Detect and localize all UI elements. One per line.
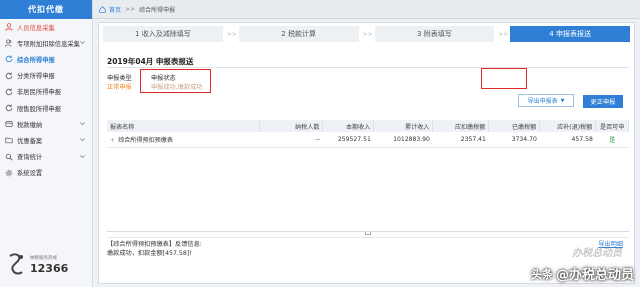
watermark-prefix: 头条	[530, 267, 553, 281]
users-icon	[5, 39, 13, 47]
sidebar-item-restricted-stock[interactable]: 限售股所得申报	[0, 100, 92, 116]
table-row[interactable]: + 综合所得预扣预缴表 -- 259527.51 1012883.90 2357.…	[107, 132, 629, 148]
page-title: 2019年04月 申报表报送	[107, 57, 194, 66]
sidebar-item-label: 系统设置	[17, 170, 43, 178]
step-separator: >>	[362, 30, 373, 38]
tax-logo-icon	[9, 253, 23, 275]
chevron-down-icon	[80, 41, 85, 45]
breadcrumb-home[interactable]: 首页	[109, 5, 121, 14]
col-header: 本期收入	[322, 120, 375, 132]
sidebar-item-label: 查询统计	[17, 154, 43, 162]
refund-cell: 457.58	[539, 132, 596, 148]
col-header: 纳税人数	[259, 120, 324, 132]
breadcrumb: 首页 >> 综合所得申报	[93, 0, 640, 19]
divider	[107, 67, 629, 68]
chevron-down-icon	[80, 122, 85, 126]
export-report-label: 导出申报表	[527, 98, 558, 105]
sidebar-item-comprehensive-income[interactable]: 综合所得申报	[0, 51, 92, 67]
sidebar-item-label: 税款缴纳	[17, 121, 43, 129]
declaration-type: 申报类型 正常申报	[107, 74, 132, 92]
step-2[interactable]: 2 税款计算	[238, 26, 359, 42]
highlight-box-status	[140, 69, 211, 93]
export-report-button[interactable]: 导出申报表 ▼	[518, 94, 574, 107]
refresh-icon	[5, 72, 13, 80]
sidebar: 代扣代缴 人员信息采集 专项附加扣除信息采集 综合所得申报 分类所得申报 非居民…	[0, 0, 93, 287]
hotline-number: 12366	[30, 262, 69, 275]
correct-declaration-button[interactable]: 更正申报	[583, 95, 623, 108]
feedback-message: 缴款成功，扣款金额[457.58]!	[107, 250, 192, 257]
declaration-type-label: 申报类型	[107, 75, 132, 82]
can-declare-cell: 是	[595, 132, 629, 148]
col-header: 应补(退)税额	[539, 120, 597, 132]
sidebar-item-label: 综合所得申报	[17, 56, 55, 64]
sidebar-item-label: 专项附加扣除信息采集	[17, 40, 80, 48]
hotline-label: 纳税服务热线	[30, 256, 57, 261]
sidebar-item-label: 限售股所得申报	[17, 105, 62, 113]
step-separator: >>	[498, 30, 509, 38]
sidebar-item-label: 非居民所得申报	[17, 89, 62, 97]
step-separator: >>	[226, 30, 237, 38]
search-icon	[5, 153, 13, 161]
tax-paid-cell: 3734.70	[488, 132, 540, 148]
col-header: 已缴税额	[488, 120, 541, 132]
sidebar-item-preferential-filing[interactable]: 优惠备案	[0, 132, 92, 148]
home-icon	[99, 5, 106, 13]
user-icon	[5, 23, 13, 31]
app-brand: 代扣代缴	[0, 0, 92, 19]
sidebar-item-system-settings[interactable]: 系统设置	[0, 165, 92, 181]
table-header-row: 报表名称 纳税人数 本期收入 累计收入 应扣缴税额 已缴税额 应补(退)税额 是…	[107, 120, 629, 132]
watermark: 头条 @办税总动员	[530, 264, 634, 284]
col-header: 应扣缴税额	[432, 120, 490, 132]
sidebar-item-label: 优惠备案	[17, 137, 43, 145]
coin-icon	[5, 120, 13, 128]
col-header: 累计收入	[373, 120, 434, 132]
main-panel: 1 收入及减除填写 >> 2 税款计算 >> 3 附表填写 >> 4 申报表报送…	[98, 22, 635, 284]
folder-icon	[5, 136, 13, 144]
income-cell: 259527.51	[322, 132, 374, 148]
sidebar-item-personnel[interactable]: 人员信息采集	[0, 19, 92, 35]
hotline-panel: 纳税服务热线 12366	[6, 250, 88, 280]
step-3[interactable]: 3 附表填写	[374, 26, 495, 42]
sidebar-item-special-deduction[interactable]: 专项附加扣除信息采集	[0, 35, 92, 51]
sidebar-item-query-statistics[interactable]: 查询统计	[0, 149, 92, 165]
sidebar-item-label: 人员信息采集	[17, 24, 55, 32]
sidebar-item-tax-payment[interactable]: 税款缴纳	[0, 116, 92, 132]
report-name-cell: + 综合所得预扣预缴表	[107, 132, 260, 148]
refresh-icon	[5, 55, 13, 63]
highlight-box-correct	[481, 68, 527, 89]
chevron-down-icon	[80, 154, 85, 158]
refresh-icon	[5, 104, 13, 112]
cumulative-income-cell: 1012883.90	[373, 132, 433, 148]
breadcrumb-current: 综合所得申报	[139, 6, 176, 14]
chevron-down-icon: ▼	[560, 97, 565, 104]
sidebar-nav: 人员信息采集 专项附加扣除信息采集 综合所得申报 分类所得申报 非居民所得申报 …	[0, 19, 92, 181]
taxpayer-count-cell: --	[259, 132, 323, 148]
tax-due-cell: 2357.41	[432, 132, 489, 148]
report-table: 报表名称 纳税人数 本期收入 累计收入 应扣缴税额 已缴税额 应补(退)税额 是…	[107, 120, 629, 148]
sidebar-item-nonresident-income[interactable]: 非居民所得申报	[0, 84, 92, 100]
step-4[interactable]: 4 申报表报送	[510, 26, 630, 42]
step-1[interactable]: 1 收入及减除填写	[103, 26, 223, 42]
col-header: 是否可申	[595, 120, 629, 132]
refresh-icon	[5, 88, 13, 96]
sidebar-item-classified-income[interactable]: 分类所得申报	[0, 68, 92, 84]
watermark-faint: 办税总动员	[572, 248, 622, 259]
col-header: 报表名称	[107, 120, 261, 132]
feedback-title: 【综合所得预扣预缴表】反馈信息:	[107, 241, 202, 248]
breadcrumb-separator: >>	[125, 5, 136, 13]
report-name: 综合所得预扣预缴表	[118, 136, 173, 144]
declaration-type-value: 正常申报	[107, 84, 132, 91]
gear-icon	[5, 169, 13, 177]
sidebar-item-label: 分类所得申报	[17, 73, 55, 81]
chevron-down-icon	[80, 138, 85, 142]
splitter-handle-icon[interactable]	[365, 232, 371, 235]
watermark-text: @办税总动员	[555, 268, 634, 283]
wizard-steps: 1 收入及减除填写 >> 2 税款计算 >> 3 附表填写 >> 4 申报表报送	[103, 26, 632, 42]
expand-icon[interactable]: +	[110, 137, 115, 144]
